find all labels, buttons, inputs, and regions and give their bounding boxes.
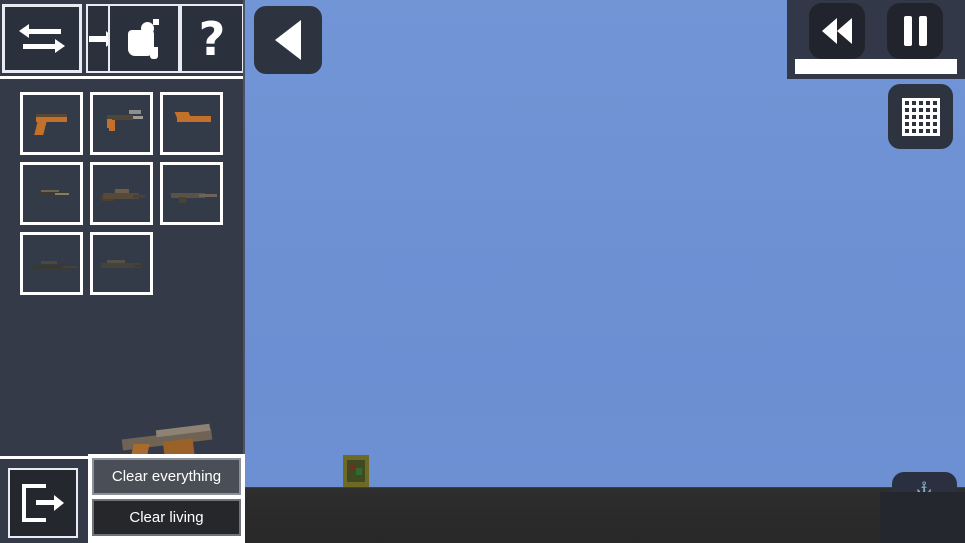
weapon-slot-pistol[interactable] (20, 92, 83, 155)
crate-marker-green (356, 468, 362, 475)
pause-icon (903, 16, 927, 46)
exit-door-icon (22, 484, 64, 522)
exit-button[interactable] (8, 468, 78, 538)
scene-object-crate[interactable] (340, 455, 372, 487)
help-tool-button[interactable]: ? (180, 4, 244, 73)
weapon-row (20, 92, 230, 155)
spray-can-icon (124, 18, 164, 59)
question-mark-icon: ? (198, 11, 226, 66)
clear-living-button[interactable]: Clear living (92, 499, 241, 536)
weapon-slot-sniper-a[interactable] (20, 232, 83, 295)
playback-panel (787, 0, 965, 79)
toolbar-divider (0, 76, 243, 79)
collapse-panel-button[interactable] (254, 6, 322, 74)
weapon-slot-shotgun[interactable] (160, 92, 223, 155)
swap-arrows-icon (19, 22, 65, 56)
weapon-slot-rifle-small[interactable] (20, 162, 83, 225)
weapon-slot-rifle-long[interactable] (160, 162, 223, 225)
weapon-grid (20, 92, 230, 302)
crate-marker-red (350, 465, 355, 470)
pause-button[interactable] (887, 3, 943, 59)
paint-tool-button[interactable] (108, 4, 180, 73)
rewind-icon (822, 18, 852, 44)
ground-plane (245, 488, 965, 543)
timeline-scrubber[interactable] (795, 59, 957, 74)
viewport-bottom-overlay (880, 492, 965, 543)
weapon-row (20, 162, 230, 225)
weapon-slot-rifle-medium[interactable] (90, 162, 153, 225)
sidebar-toolbar: ? (0, 0, 245, 79)
swap-tool-button[interactable] (2, 4, 82, 73)
weapon-row (20, 232, 230, 295)
game-viewport[interactable] (245, 0, 965, 543)
timeline-fill (795, 59, 957, 74)
weapon-slot-smg[interactable] (90, 92, 153, 155)
rewind-button[interactable] (809, 3, 865, 59)
clear-actions-panel: Clear everything Clear living (88, 454, 245, 543)
clear-everything-button[interactable]: Clear everything (92, 458, 241, 495)
grid-icon (901, 97, 940, 136)
grid-snap-toggle-button[interactable] (888, 84, 953, 149)
weapon-slot-sniper-b[interactable] (90, 232, 153, 295)
chevron-left-icon (275, 20, 301, 60)
game-editor-window: ⚓ ? Clear everything Clear living (0, 0, 965, 543)
